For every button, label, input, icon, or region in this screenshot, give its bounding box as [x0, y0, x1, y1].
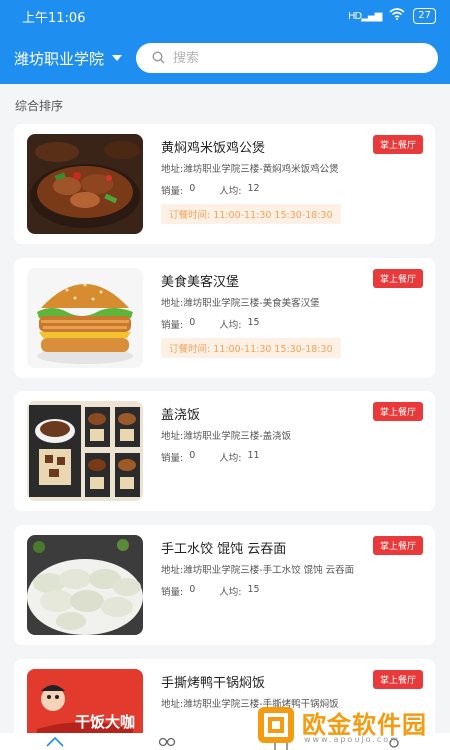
braised-chicken-image: [27, 134, 143, 234]
category-icon[interactable]: [158, 736, 176, 750]
search-bar[interactable]: [136, 43, 438, 73]
restaurant-card[interactable]: 美食美客汉堡 掌上餐厅 地址:潍坊职业学院三楼-美食美客汉堡 销量: 0 人均: 1…: [14, 258, 435, 378]
sales-value: 0: [189, 183, 196, 194]
address-label: 地址:: [161, 565, 184, 576]
restaurant-name: 盖浇饭: [161, 408, 201, 423]
avg-price-label: 人均:: [219, 320, 242, 331]
order-time-value: 11:00-11:30 15:30-18:30: [213, 344, 333, 355]
status-time: 上午11:06: [22, 10, 86, 26]
restaurant-card[interactable]: 黄焖鸡米饭鸡公煲 掌上餐厅 地址:潍坊职业学院三楼-黄焖鸡米饭鸡公煲 销量: 0 …: [14, 124, 435, 244]
restaurant-address: 地址:潍坊职业学院三楼-美食美客汉堡: [161, 295, 320, 309]
sales-value: 0: [189, 450, 196, 461]
battery-icon: 27: [413, 8, 436, 24]
restaurant-stats: 销量: 0 人均: 12: [161, 183, 284, 197]
order-time-tag: 订餐时间: 11:00-11:30 15:30-18:30: [161, 204, 341, 224]
restaurant-card[interactable]: 手工水饺 馄饨 云吞面 掌上餐厅 地址:潍坊职业学院三楼-手工水饺 馄饨 云吞面…: [14, 525, 435, 645]
restaurant-address: 地址:潍坊职业学院三楼-手工水饺 馄饨 云吞面: [161, 562, 354, 576]
address-value: 潍坊职业学院三楼-美食美客汉堡: [183, 298, 320, 309]
watermark-url: www.apoujo.com: [304, 735, 400, 744]
restaurant-stats: 销量: 0 人均: 15: [161, 317, 284, 331]
order-time-label: 订餐时间:: [169, 344, 211, 355]
watermark-logo-icon: [256, 705, 296, 749]
sales-value: 0: [189, 317, 196, 328]
store-badge: 掌上餐厅: [372, 536, 423, 555]
avg-price-label: 人均:: [219, 186, 242, 197]
restaurant-stats: 销量: 0 人均: 11: [161, 450, 284, 464]
watermark: 欧金软件园 www.apoujo.com: [252, 703, 444, 747]
caret-down-icon: [112, 55, 123, 61]
school-name: 潍坊职业学院: [14, 49, 105, 68]
address-label: 地址:: [161, 298, 184, 309]
avg-price-value: 12: [247, 183, 260, 194]
sales-label: 销量:: [161, 320, 184, 331]
rice-bowl-poster-image: [27, 401, 143, 501]
store-badge: 掌上餐厅: [372, 402, 423, 421]
restaurant-name: 手工水饺 馄饨 云吞面: [161, 542, 287, 557]
store-badge: 掌上餐厅: [372, 670, 423, 689]
address-value: 潍坊职业学院三楼-盖浇饭: [183, 431, 292, 442]
sales-label: 销量:: [161, 186, 184, 197]
address-value: 潍坊职业学院三楼-手工水饺 馄饨 云吞面: [183, 565, 355, 576]
order-time-tag: 订餐时间: 11:00-11:30 15:30-18:30: [161, 338, 341, 358]
search-icon: [152, 49, 165, 68]
store-badge: 掌上餐厅: [372, 269, 423, 288]
dumplings-image: [27, 535, 143, 635]
restaurant-address: 地址:潍坊职业学院三楼-黄焖鸡米饭鸡公煲: [161, 161, 339, 175]
restaurant-name: 黄焖鸡米饭鸡公煲: [161, 141, 266, 156]
wifi-icon: [389, 8, 405, 24]
sales-value: 0: [189, 584, 196, 595]
address-label: 地址:: [161, 699, 184, 710]
image-brand-text: 干饭大咖: [75, 713, 136, 731]
header: 潍坊职业学院: [0, 32, 450, 84]
avg-price-value: 15: [247, 317, 260, 328]
restaurant-name: 美食美客汉堡: [161, 275, 240, 290]
restaurant-card[interactable]: 盖浇饭 掌上餐厅 地址:潍坊职业学院三楼-盖浇饭 销量: 0 人均: 11: [14, 391, 435, 511]
avg-price-label: 人均:: [219, 587, 242, 598]
address-value: 潍坊职业学院三楼-黄焖鸡米饭鸡公煲: [183, 164, 339, 175]
status-icons: HD▂▄▆ 27: [348, 8, 436, 24]
search-input[interactable]: [173, 50, 374, 66]
address-label: 地址:: [161, 431, 184, 442]
address-label: 地址:: [161, 164, 184, 175]
sales-label: 销量:: [161, 453, 184, 464]
home-icon[interactable]: [46, 736, 64, 750]
avg-price-value: 15: [247, 584, 260, 595]
order-time-value: 11:00-11:30 15:30-18:30: [213, 210, 333, 221]
burger-image: [27, 268, 143, 368]
store-badge: 掌上餐厅: [372, 135, 423, 154]
order-time-label: 订餐时间:: [169, 210, 211, 221]
avg-price-label: 人均:: [219, 453, 242, 464]
signal-icon: HD▂▄▆: [347, 10, 382, 22]
avg-price-value: 11: [247, 450, 260, 461]
sales-label: 销量:: [161, 587, 184, 598]
school-selector[interactable]: 潍坊职业学院: [14, 48, 123, 69]
sort-label: 综合排序: [15, 99, 64, 113]
status-bar: 上午11:06 HD▂▄▆ 27: [0, 0, 450, 32]
restaurant-address: 地址:潍坊职业学院三楼-盖浇饭: [161, 428, 291, 442]
restaurant-name: 手撕烤鸭干锅焖饭: [161, 676, 266, 691]
restaurant-stats: 销量: 0 人均: 15: [161, 584, 284, 598]
